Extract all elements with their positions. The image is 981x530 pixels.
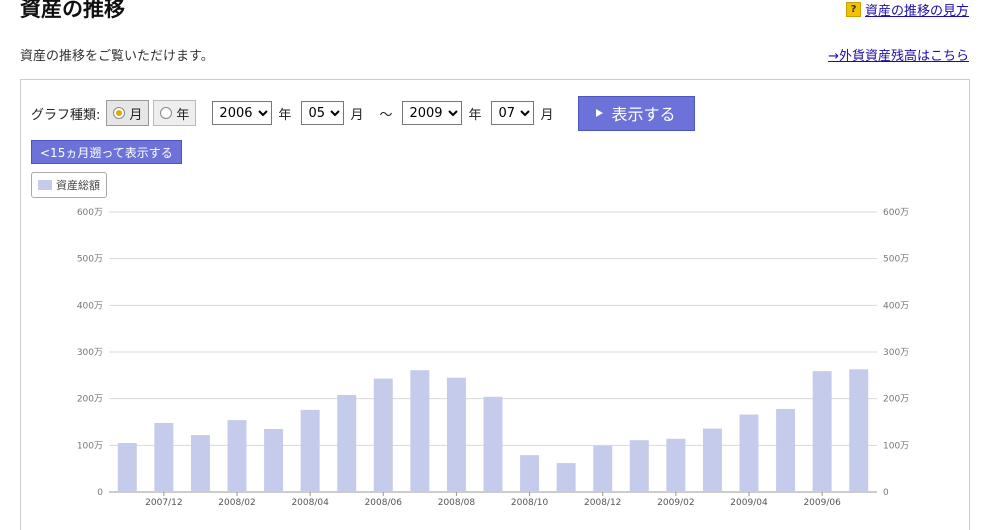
chart-panel: グラフ種類: 月 年 2006 年 05 月 ～ 2009 年 07 月 表示す… bbox=[20, 79, 970, 530]
bar bbox=[812, 371, 832, 492]
bar bbox=[593, 445, 613, 492]
bar bbox=[410, 370, 430, 492]
fx-assets-link[interactable]: →外貨資産残高はこちら bbox=[828, 45, 969, 64]
x-tick-label: 2008/02 bbox=[218, 498, 255, 508]
bar bbox=[190, 435, 210, 492]
bar bbox=[739, 414, 759, 492]
y-tick-label-right: 0 bbox=[883, 488, 889, 498]
y-tick-label-left: 300万 bbox=[77, 348, 103, 358]
bar bbox=[154, 422, 174, 492]
help-link[interactable]: 資産の推移の見方 bbox=[865, 0, 969, 19]
y-tick-label-left: 400万 bbox=[77, 301, 103, 311]
y-tick-label-right: 200万 bbox=[883, 395, 909, 405]
bar bbox=[483, 396, 503, 492]
page-description: 資産の推移をご覧いただけます。 bbox=[20, 49, 214, 64]
asset-bar-chart: 0 0 100万 100万 200万 200万 300万 300万 400万 400万 500万 50… bbox=[77, 208, 909, 508]
x-tick-label: 2008/10 bbox=[511, 498, 549, 508]
x-tick-label: 2007/12 bbox=[145, 498, 182, 508]
y-tick-label-left: 100万 bbox=[77, 441, 103, 451]
x-tick-label: 2009/06 bbox=[803, 498, 841, 508]
y-tick-label-left: 0 bbox=[97, 488, 103, 498]
bar bbox=[117, 443, 137, 492]
x-tick-label: 2009/02 bbox=[657, 498, 694, 508]
page-title: 資産の推移 bbox=[20, 0, 125, 21]
y-tick-label-right: 100万 bbox=[883, 441, 909, 451]
y-tick-label-right: 300万 bbox=[883, 348, 909, 358]
x-tick-label: 2008/08 bbox=[438, 498, 476, 508]
bar bbox=[776, 408, 796, 492]
y-tick-label-right: 400万 bbox=[883, 301, 909, 311]
x-tick-label: 2008/04 bbox=[291, 498, 329, 508]
question-icon: ? bbox=[845, 2, 861, 17]
x-tick-label: 2009/04 bbox=[730, 498, 768, 508]
bar bbox=[556, 463, 576, 492]
y-tick-label-left: 600万 bbox=[77, 208, 103, 218]
bar bbox=[373, 378, 393, 492]
bar bbox=[666, 438, 686, 492]
bar bbox=[702, 428, 722, 492]
bar bbox=[337, 394, 357, 492]
y-tick-label-left: 500万 bbox=[77, 255, 103, 265]
y-tick-label-left: 200万 bbox=[77, 395, 103, 405]
bar bbox=[520, 455, 540, 492]
bar bbox=[227, 420, 247, 492]
y-tick-label-right: 600万 bbox=[883, 208, 909, 218]
bar bbox=[446, 377, 466, 492]
bar bbox=[264, 429, 284, 492]
y-tick-label-right: 500万 bbox=[883, 255, 909, 265]
help-link-area[interactable]: ? 資産の推移の見方 bbox=[845, 0, 969, 19]
bar bbox=[300, 409, 320, 492]
x-tick-label: 2008/06 bbox=[365, 498, 403, 508]
bar bbox=[849, 369, 869, 492]
bar bbox=[629, 440, 649, 492]
x-tick-label: 2008/12 bbox=[584, 498, 621, 508]
